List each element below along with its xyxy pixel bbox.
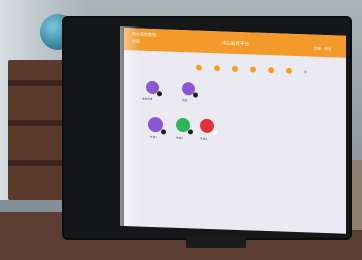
node-badge (157, 91, 162, 97)
node-avatar[interactable] (176, 117, 193, 135)
node-avatar[interactable] (148, 116, 166, 135)
node-avatar[interactable] (200, 118, 217, 136)
monitor-screen: 中心监控管理 返回 中心监控平台 切换 · 退出 主控节点 分控 节点1 节 (124, 28, 346, 234)
node-label: 节点2 (176, 136, 183, 141)
monitor-stand (186, 236, 246, 248)
eye-icon[interactable] (232, 65, 238, 72)
bell-icon[interactable] (250, 66, 256, 73)
node-badge (188, 129, 193, 135)
node-badge (193, 92, 198, 98)
node-label: 分控 (182, 99, 188, 103)
node-badge (212, 130, 217, 136)
node-badge (161, 129, 166, 135)
lock-icon[interactable] (268, 67, 274, 74)
page-title: 中心监控平台 (222, 41, 249, 48)
gear-icon[interactable] (214, 65, 220, 72)
node-label: 节点3 (200, 137, 207, 141)
node-label: 主控节点 (142, 97, 153, 101)
more-icon[interactable] (304, 70, 307, 74)
node-label: 节点1 (150, 135, 157, 140)
person-icon[interactable] (196, 64, 202, 71)
home-icon[interactable] (286, 67, 292, 74)
photo-scene: 中心监控管理 返回 中心监控平台 切换 · 退出 主控节点 分控 节点1 节 (0, 0, 362, 260)
topbar-actions[interactable]: 切换 · 退出 (314, 47, 331, 53)
node-avatar[interactable] (146, 80, 162, 97)
node-avatar[interactable] (182, 82, 198, 98)
screen-glare (120, 26, 140, 226)
